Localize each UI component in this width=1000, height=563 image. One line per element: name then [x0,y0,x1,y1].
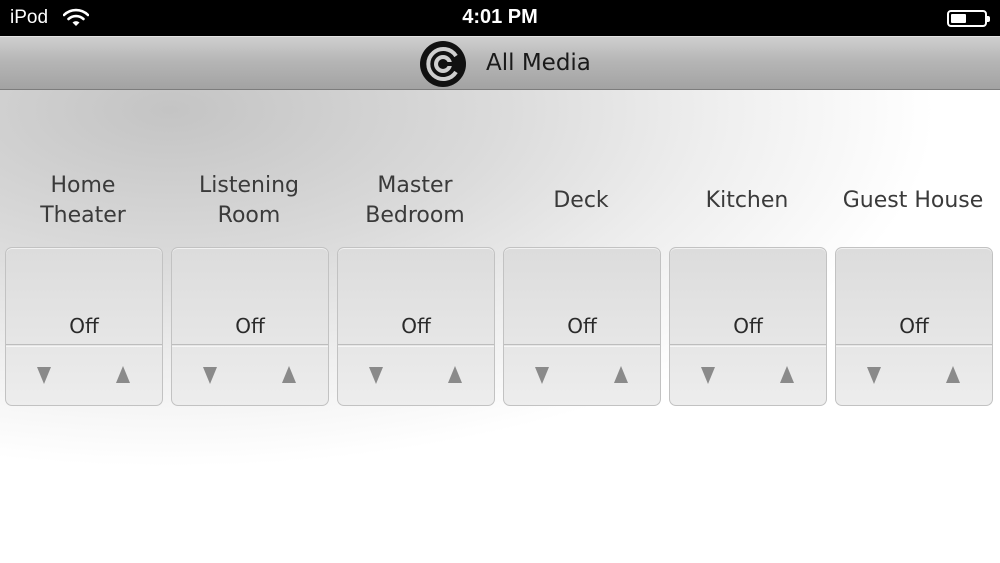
divider [670,344,826,347]
divider [338,344,494,347]
divider [172,344,328,347]
volume-up-triangle-icon[interactable] [111,363,135,387]
divider [6,344,162,347]
zone-status[interactable]: Off [172,314,328,338]
zone-control-card[interactable]: Off [171,247,329,406]
volume-up-triangle-icon[interactable] [775,363,799,387]
volume-down-triangle-icon[interactable] [530,363,554,387]
zone-status[interactable]: Off [338,314,494,338]
zone-master-bedroom: Master Bedroom Off [332,160,498,410]
zone-name: Listening Room [199,173,299,228]
header-bar: All Media [0,36,1000,90]
zone-kitchen: Kitchen Off [664,160,830,410]
zone-control-card[interactable]: Off [503,247,661,406]
divider [504,344,660,347]
zone-status[interactable]: Off [6,314,162,338]
zone-control-card[interactable]: Off [669,247,827,406]
zone-control-card[interactable]: Off [337,247,495,406]
page-title: All Media [486,50,591,76]
volume-up-triangle-icon[interactable] [609,363,633,387]
zone-name: Kitchen [705,188,789,213]
status-time: 4:01 PM [462,6,538,28]
zone-listening-room: Listening Room Off [166,160,332,410]
zone-control-card[interactable]: Off [835,247,993,406]
volume-up-triangle-icon[interactable] [941,363,965,387]
status-bar: iPod 4:01 PM [0,0,1000,36]
volume-down-triangle-icon[interactable] [696,363,720,387]
zone-status[interactable]: Off [504,314,660,338]
volume-up-triangle-icon[interactable] [277,363,301,387]
volume-up-triangle-icon[interactable] [443,363,467,387]
volume-down-triangle-icon[interactable] [364,363,388,387]
zone-guest-house: Guest House Off [830,160,996,410]
zone-deck: Deck Off [498,160,664,410]
battery-icon [947,10,990,27]
speaker-logo-icon [420,41,466,87]
zone-name: Deck [553,188,609,213]
zone-status[interactable]: Off [836,314,992,338]
zone-status[interactable]: Off [670,314,826,338]
zone-name: Home Theater [40,173,126,228]
volume-down-triangle-icon[interactable] [32,363,56,387]
zone-name: Guest House [842,188,984,213]
volume-down-triangle-icon[interactable] [198,363,222,387]
zone-control-card[interactable]: Off [5,247,163,406]
divider [836,344,992,347]
volume-down-triangle-icon[interactable] [862,363,886,387]
zone-name: Master Bedroom [365,173,465,228]
zone-home-theater: Home Theater Off [0,160,166,410]
